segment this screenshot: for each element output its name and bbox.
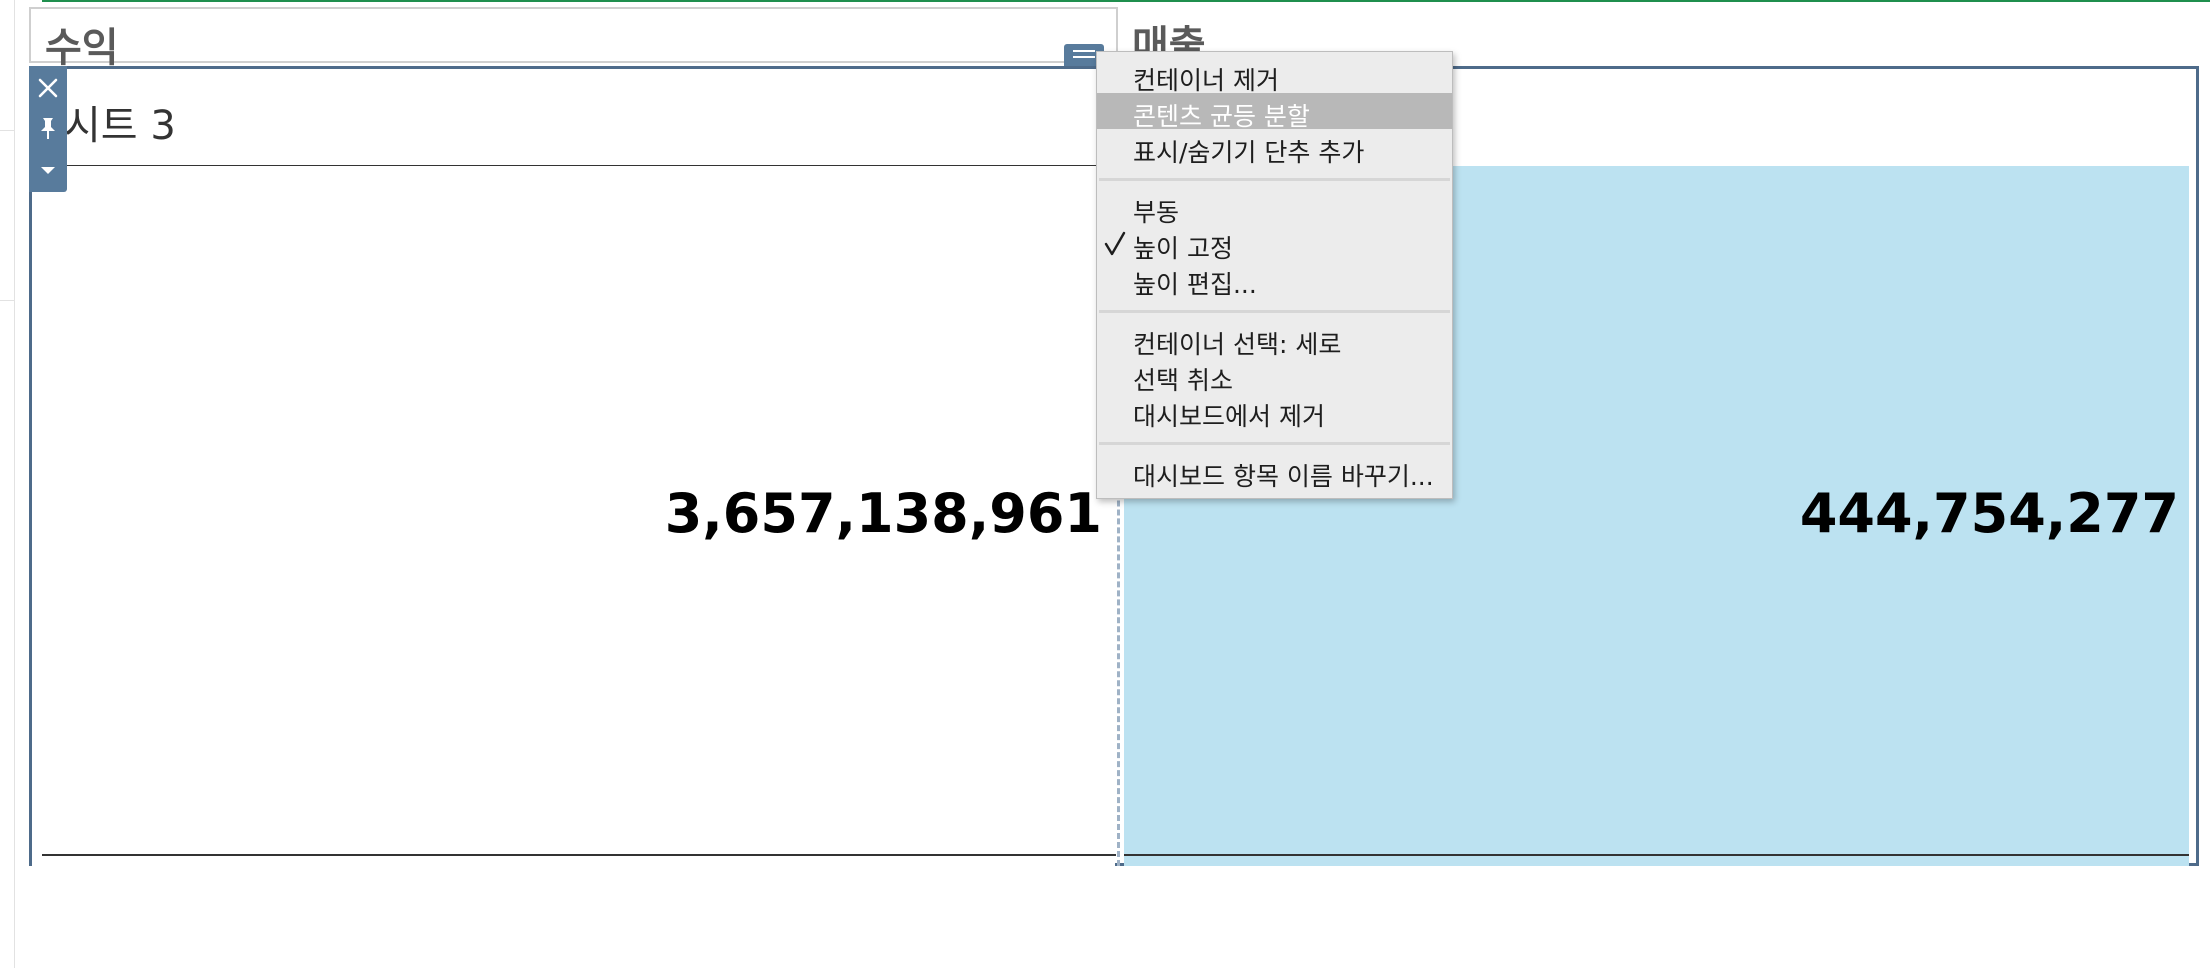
menu-item-label: 컨테이너 제거 bbox=[1133, 66, 1279, 95]
context-menu: 컨테이너 제거 콘텐츠 균등 분할 표시/숨기기 단추 추가 부동 높이 고정 … bbox=[1096, 51, 1453, 499]
menu-item-select-container[interactable]: 컨테이너 선택: 세로 bbox=[1097, 321, 1452, 359]
menu-item-label: 대시보드 항목 이름 바꾸기... bbox=[1133, 462, 1434, 491]
profit-title-box[interactable]: 수익 bbox=[29, 7, 1118, 71]
menu-item-label: 선택 취소 bbox=[1133, 366, 1233, 395]
menu-separator bbox=[1099, 178, 1450, 181]
menu-item-label: 콘텐츠 균등 분할 bbox=[1133, 102, 1310, 131]
menu-icon bbox=[1073, 56, 1095, 58]
menu-item-remove-from-dashboard[interactable]: 대시보드에서 제거 bbox=[1097, 393, 1452, 431]
sheet-title: 시트 3 bbox=[64, 103, 176, 149]
profit-title: 수익 bbox=[45, 25, 119, 71]
menu-item-edit-height[interactable]: 높이 편집... bbox=[1097, 261, 1452, 299]
profit-cell[interactable]: 3,657,138,961 bbox=[32, 166, 1115, 866]
menu-item-remove-container[interactable]: 컨테이너 제거 bbox=[1097, 57, 1452, 95]
menu-item-floating[interactable]: 부동 bbox=[1097, 189, 1452, 227]
rail-divider bbox=[0, 130, 14, 131]
menu-item-deselect[interactable]: 선택 취소 bbox=[1097, 357, 1452, 395]
object-toolbar bbox=[29, 66, 67, 192]
pin-icon[interactable] bbox=[29, 108, 67, 148]
bottom-rule bbox=[1124, 854, 2189, 856]
menu-icon bbox=[1073, 50, 1095, 52]
dropdown-arrow-icon[interactable] bbox=[29, 150, 67, 190]
menu-separator bbox=[1099, 442, 1450, 445]
menu-item-distribute-evenly[interactable]: 콘텐츠 균등 분할 bbox=[1097, 93, 1452, 131]
left-rail bbox=[0, 0, 15, 968]
checkmark-icon bbox=[1103, 229, 1127, 261]
profit-value: 3,657,138,961 bbox=[664, 482, 1102, 545]
menu-item-label: 높이 고정 bbox=[1133, 234, 1233, 263]
menu-item-label: 부동 bbox=[1133, 198, 1180, 227]
close-icon[interactable] bbox=[29, 68, 67, 108]
menu-item-label: 표시/숨기기 단추 추가 bbox=[1133, 138, 1365, 167]
menu-item-label: 대시보드에서 제거 bbox=[1133, 402, 1325, 431]
top-accent-line bbox=[42, 0, 2210, 2]
menu-item-add-show-hide-button[interactable]: 표시/숨기기 단추 추가 bbox=[1097, 129, 1452, 167]
rail-divider bbox=[0, 300, 14, 301]
sales-value: 444,754,277 bbox=[1799, 482, 2179, 545]
menu-item-label: 컨테이너 선택: 세로 bbox=[1133, 330, 1342, 359]
bottom-rule bbox=[42, 854, 1116, 856]
menu-item-label: 높이 편집... bbox=[1133, 270, 1257, 299]
menu-separator bbox=[1099, 310, 1450, 313]
menu-item-fix-height[interactable]: 높이 고정 bbox=[1097, 225, 1452, 263]
menu-item-rename-dashboard-item[interactable]: 대시보드 항목 이름 바꾸기... bbox=[1097, 453, 1452, 491]
